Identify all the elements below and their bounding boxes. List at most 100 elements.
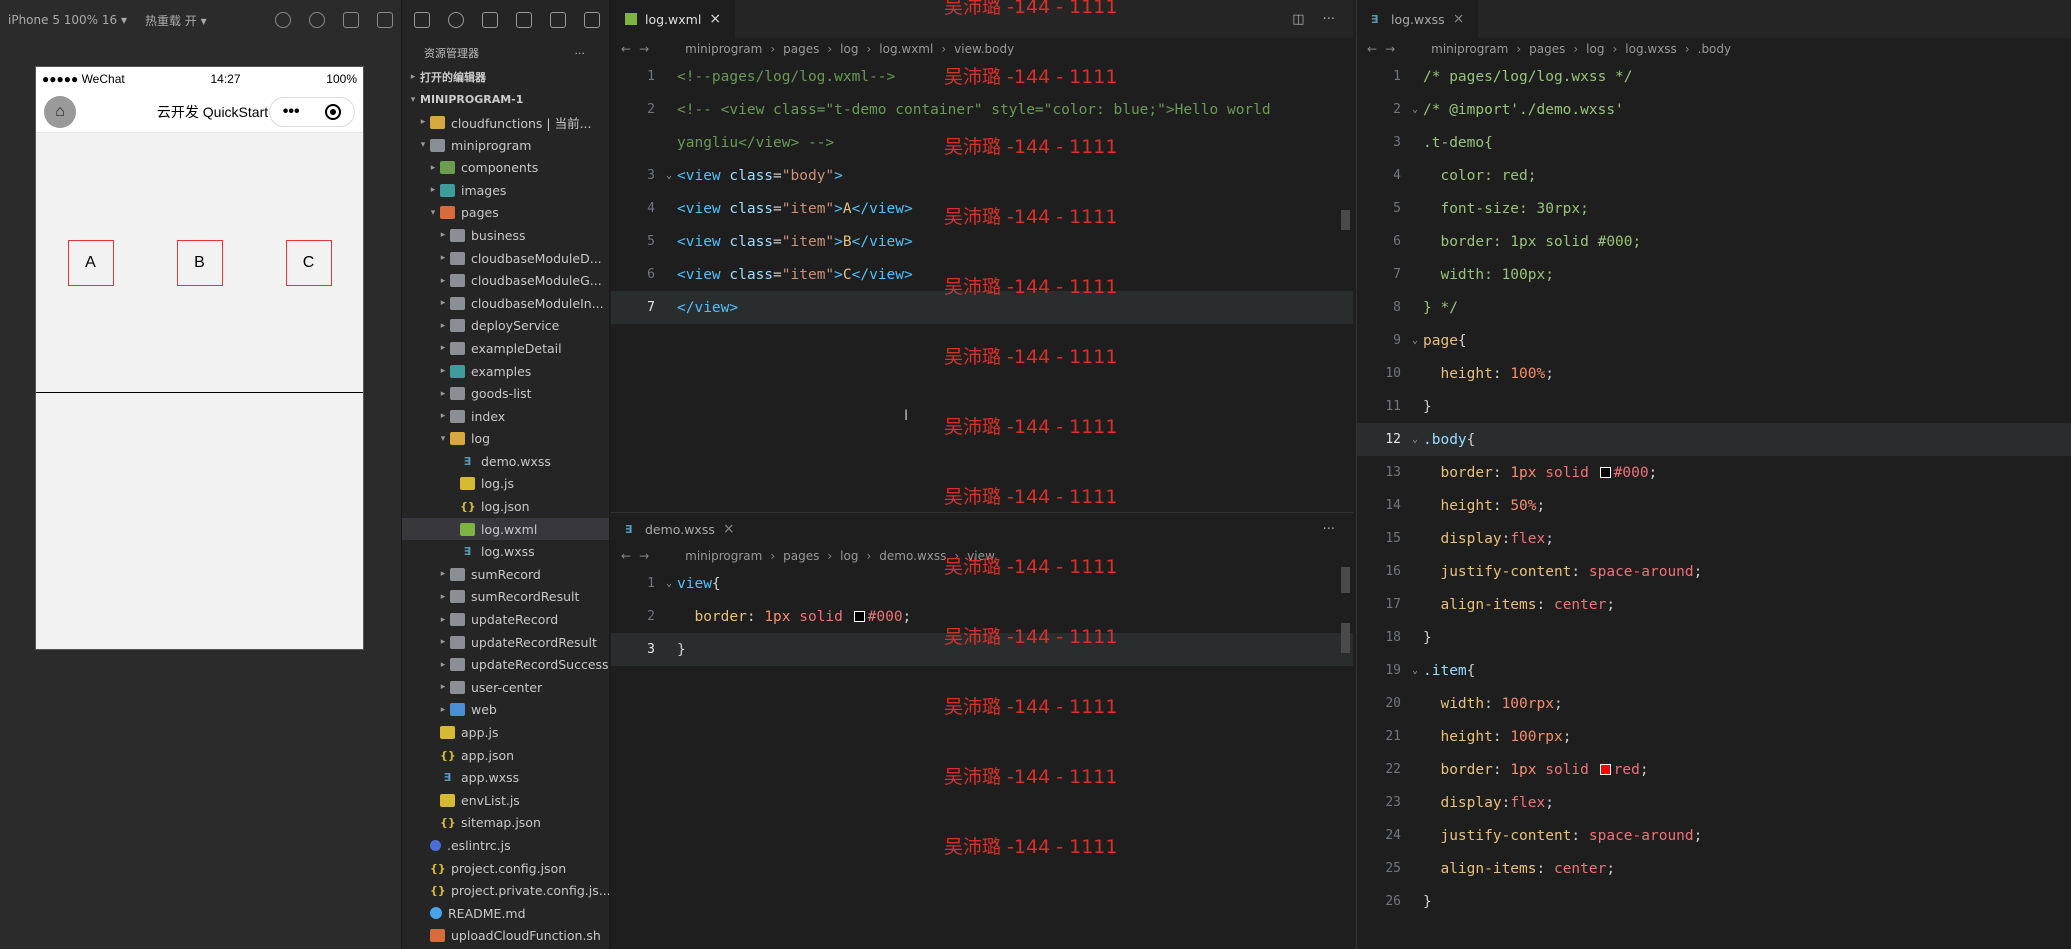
code-line[interactable]: 16 justify-content: space-around; <box>1357 555 2071 588</box>
color-swatch[interactable] <box>1599 466 1611 478</box>
color-swatch[interactable] <box>853 610 865 622</box>
tree-item[interactable]: ▸ updateRecord <box>402 608 609 631</box>
tree-item[interactable]: ▸ cloudfunctions | 当前... <box>402 111 609 134</box>
tree-item[interactable]: {} app.json <box>402 744 609 767</box>
tree-item[interactable]: app.js <box>402 721 609 744</box>
scrollbar-thumb[interactable] <box>1341 567 1350 593</box>
debug-icon[interactable] <box>550 12 566 28</box>
back-icon[interactable]: ← <box>1367 42 1377 56</box>
forward-icon[interactable]: → <box>639 549 649 563</box>
code-line[interactable]: 3 .t-demo{ <box>1357 126 2071 159</box>
code-line[interactable]: 3} <box>611 633 1353 666</box>
code-line[interactable]: 13 border: 1px solid #000; <box>1357 456 2071 489</box>
breadcrumb-item[interactable]: demo.wxss <box>879 549 946 563</box>
breadcrumb-item[interactable]: .body <box>1698 42 1732 56</box>
tree-item[interactable]: ▸ updateRecordSuccess <box>402 653 609 676</box>
stop-icon[interactable] <box>309 12 325 28</box>
home-icon[interactable]: ⌂ <box>44 95 76 128</box>
hot-reload-toggle[interactable]: 热重载 开 ▾ <box>145 12 207 29</box>
tree-item[interactable]: ▸ goods-list <box>402 382 609 405</box>
code-line[interactable]: 4 <view class="item">A</view> <box>611 192 1353 225</box>
code-line[interactable]: 1 <!--pages/log/log.wxml--> <box>611 60 1353 93</box>
close-icon[interactable]: × <box>723 521 735 537</box>
code-line[interactable]: 2 <!-- <view class="t-demo container" sty… <box>611 93 1353 126</box>
tree-item[interactable]: ▸ sumRecord <box>402 563 609 586</box>
code-line[interactable]: 19 ⌄ .item{ <box>1357 654 2071 687</box>
code-area[interactable]: 1 /* pages/log/log.wxss */ 2 ⌄ /* @import'./… <box>1357 60 2071 918</box>
tree-item[interactable]: ▾ log <box>402 428 609 451</box>
code-line[interactable]: yangliu</view> --> <box>611 126 1353 159</box>
tree-item[interactable]: ▸ cloudbaseModuleG... <box>402 269 609 292</box>
code-line[interactable]: 6 border: 1px solid #000; <box>1357 225 2071 258</box>
code-line[interactable]: 5 font-size: 30rpx; <box>1357 192 2071 225</box>
device-select[interactable]: iPhone 5 100% 16 ▾ <box>8 13 127 27</box>
breadcrumb-item[interactable]: log <box>840 42 858 56</box>
code-line[interactable]: 18} <box>1357 621 2071 654</box>
breadcrumb-item[interactable]: log.wxss <box>1625 42 1677 56</box>
code-line[interactable]: 7 width: 100px; <box>1357 258 2071 291</box>
more-actions-icon[interactable]: ··· <box>1323 522 1335 537</box>
tree-item[interactable]: ▸ images <box>402 179 609 202</box>
code-area[interactable]: 1 <!--pages/log/log.wxml--> 2 <!-- <view cl… <box>611 60 1353 324</box>
cloud-icon[interactable] <box>584 12 600 28</box>
code-line[interactable]: 6 <view class="item">C</view> <box>611 258 1353 291</box>
code-line[interactable]: 22 border: 1px solid red; <box>1357 753 2071 786</box>
tree-item[interactable]: ▸ components <box>402 156 609 179</box>
tree-item[interactable]: {} project.private.config.js... <box>402 879 609 902</box>
code-line[interactable]: 10 height: 100%; <box>1357 357 2071 390</box>
code-line[interactable]: 3 ⌄ <view class="body"> <box>611 159 1353 192</box>
scrollbar-thumb[interactable] <box>1341 623 1350 653</box>
breadcrumb-item[interactable]: miniprogram <box>1431 42 1508 56</box>
files-icon[interactable] <box>414 12 430 28</box>
tree-item[interactable]: log.wxml <box>402 517 609 541</box>
tree-item[interactable]: ▸ user-center <box>402 676 609 699</box>
source-control-icon[interactable] <box>482 12 498 28</box>
code-line[interactable]: 2 border: 1px solid #000; <box>611 600 1353 633</box>
more-icon[interactable]: ••• <box>283 103 300 121</box>
tab-log-wxss[interactable]: ∃ log.wxss × <box>1357 0 1479 38</box>
breadcrumb-item[interactable]: log.wxml <box>879 42 933 56</box>
tree-item[interactable]: ▸ examples <box>402 360 609 383</box>
tree-item[interactable]: log.js <box>402 473 609 496</box>
breadcrumb-item[interactable]: pages <box>1529 42 1565 56</box>
tree-item[interactable]: ∃ log.wxss <box>402 540 609 563</box>
phone-icon[interactable] <box>343 12 359 28</box>
tree-item[interactable]: {} project.config.json <box>402 857 609 880</box>
capsule-menu[interactable]: ••• <box>269 96 355 127</box>
code-line[interactable]: 24 justify-content: space-around; <box>1357 819 2071 852</box>
tree-item[interactable]: uploadCloudFunction.sh <box>402 925 609 948</box>
tree-item[interactable]: ▸ business <box>402 224 609 247</box>
code-line[interactable]: 9 ⌄ page{ <box>1357 324 2071 357</box>
code-line[interactable]: 12 ⌄ .body{ <box>1357 423 2071 456</box>
close-icon[interactable]: × <box>1453 11 1465 27</box>
tree-item[interactable]: README.md <box>402 902 609 925</box>
split-editor-icon[interactable]: ◫ <box>1292 12 1304 27</box>
breadcrumb-item[interactable]: view.body <box>954 42 1014 56</box>
close-capsule-icon[interactable] <box>325 103 342 120</box>
tree-item[interactable]: ∃ demo.wxss <box>402 450 609 473</box>
window-icon[interactable] <box>377 12 393 28</box>
refresh-icon[interactable] <box>275 12 291 28</box>
code-line[interactable]: 25 align-items: center; <box>1357 852 2071 885</box>
code-line[interactable]: 2 ⌄ /* @import'./demo.wxss' <box>1357 93 2071 126</box>
tree-item[interactable]: ▸ cloudbaseModuleIn... <box>402 292 609 315</box>
code-line[interactable]: 4 color: red; <box>1357 159 2071 192</box>
more-actions-icon[interactable]: ··· <box>1323 12 1335 27</box>
tree-item[interactable]: ∃ app.wxss <box>402 766 609 789</box>
tree-item[interactable]: {} log.json <box>402 495 609 518</box>
tree-item[interactable]: ▸ cloudbaseModuleD... <box>402 247 609 270</box>
search-icon[interactable] <box>448 12 464 28</box>
code-line[interactable]: 17 align-items: center; <box>1357 588 2071 621</box>
tree-item[interactable]: ▸ exampleDetail <box>402 337 609 360</box>
tree-item[interactable]: ▾ pages <box>402 202 609 225</box>
breadcrumb-item[interactable]: view <box>967 549 995 563</box>
tree-item[interactable]: ▾ miniprogram <box>402 134 609 157</box>
tree-item[interactable]: ▸ web <box>402 699 609 722</box>
code-line[interactable]: 5 <view class="item">B</view> <box>611 225 1353 258</box>
tab-demo-wxss[interactable]: ∃ demo.wxss × <box>611 513 749 545</box>
breadcrumb-item[interactable]: miniprogram <box>685 549 762 563</box>
code-line[interactable]: 8} */ <box>1357 291 2071 324</box>
open-editors-header[interactable]: ▸ 打开的编辑器 <box>402 66 609 89</box>
forward-icon[interactable]: → <box>639 42 649 56</box>
close-icon[interactable]: × <box>709 11 721 27</box>
